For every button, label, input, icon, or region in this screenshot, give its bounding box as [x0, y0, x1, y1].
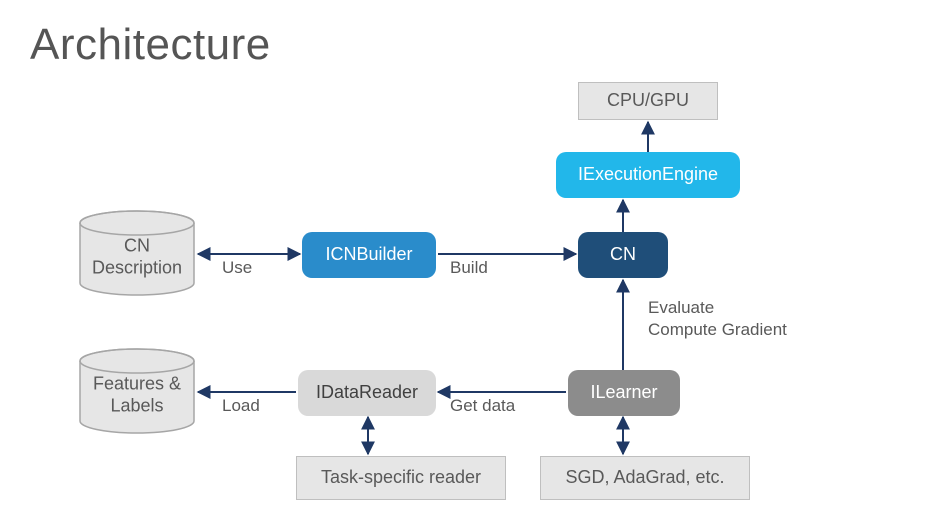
node-cpu-gpu: CPU/GPU: [578, 82, 718, 120]
node-label: ILearner: [590, 382, 657, 404]
node-label: ICNBuilder: [325, 244, 412, 266]
edge-label-evaluate: Evaluate: [648, 298, 714, 318]
node-label: Task-specific reader: [321, 467, 481, 489]
node-icnbuilder: ICNBuilder: [302, 232, 436, 278]
node-iexecutionengine: IExecutionEngine: [556, 152, 740, 198]
edge-label-load: Load: [222, 396, 260, 416]
edge-label-get-data: Get data: [450, 396, 515, 416]
node-idatareader: IDataReader: [298, 370, 436, 416]
node-label: CN Description: [78, 236, 196, 279]
edge-label-compute-gradient: Compute Gradient: [648, 320, 787, 340]
node-task-specific-reader: Task-specific reader: [296, 456, 506, 500]
edge-label-build: Build: [450, 258, 488, 278]
node-cn: CN: [578, 232, 668, 278]
node-cn-description: CN Description: [78, 210, 196, 296]
node-label: CPU/GPU: [607, 90, 689, 112]
node-label: Features & Labels: [78, 374, 196, 417]
node-label: IExecutionEngine: [578, 164, 718, 186]
node-ilearner: ILearner: [568, 370, 680, 416]
node-sgd-adagrad: SGD, AdaGrad, etc.: [540, 456, 750, 500]
node-label: SGD, AdaGrad, etc.: [565, 467, 724, 489]
edge-label-use: Use: [222, 258, 252, 278]
page-title: Architecture: [30, 20, 271, 70]
node-label: IDataReader: [316, 382, 418, 404]
node-features-labels: Features & Labels: [78, 348, 196, 434]
node-label: CN: [610, 244, 636, 266]
